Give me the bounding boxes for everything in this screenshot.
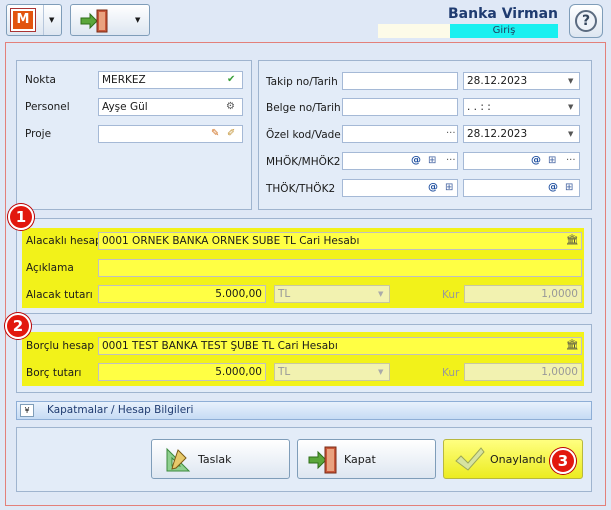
bank-icon[interactable]: 🏛 — [566, 235, 579, 247]
belge-date-input[interactable]: . . : : — [463, 98, 580, 116]
chevron-down-icon: ▼ — [135, 16, 141, 24]
alacak-kur-input[interactable]: 1,0000 — [464, 285, 582, 303]
belge-no-input[interactable] — [342, 98, 458, 116]
step-badge-1: 1 — [8, 204, 34, 230]
view-icon[interactable]: ⊞ — [548, 155, 556, 167]
mhok-label: MHÖK/MHÖK2 — [266, 156, 341, 168]
draft-ruler-icon — [166, 447, 191, 472]
chevron-down-icon: ▼ — [49, 16, 55, 24]
thok-input[interactable] — [342, 179, 458, 197]
expand-icon[interactable]: ¥ — [20, 404, 34, 417]
view-icon[interactable]: ⊞ — [445, 182, 453, 194]
at-icon[interactable]: @ — [548, 182, 558, 194]
aciklama-input[interactable] — [98, 259, 582, 277]
alacak-kur-label: Kur — [442, 289, 460, 301]
borc-tutar-input[interactable]: 5.000,00 — [98, 363, 266, 381]
belge-label: Belge no/Tarih — [266, 102, 341, 114]
app-logo-icon: M — [11, 9, 35, 31]
ozel-label: Özel kod/Vade — [266, 129, 341, 141]
alacak-hesap-input[interactable]: 0001 ORNEK BANKA ORNEK SUBE TL Cari Hesa… — [98, 232, 582, 250]
app-menu-button[interactable]: M ▼ — [6, 4, 62, 36]
at-icon[interactable]: @ — [428, 182, 438, 194]
takip-date-input[interactable]: 28.12.2023 — [463, 72, 580, 90]
exit-menu-button[interactable]: ▼ — [70, 4, 150, 36]
help-icon: ? — [575, 10, 597, 32]
kapatmalar-bar[interactable]: ¥ Kapatmalar / Hesap Bilgileri — [16, 401, 592, 420]
exit-door-icon — [308, 446, 337, 474]
chevron-down-icon: ▼ — [378, 290, 384, 298]
at-icon[interactable]: @ — [411, 155, 421, 167]
takip-no-input[interactable] — [342, 72, 458, 90]
chevron-down-icon[interactable]: ▼ — [568, 130, 573, 138]
taslak-button[interactable]: Taslak — [151, 439, 290, 479]
chevron-down-icon[interactable]: ▼ — [568, 77, 573, 85]
proje-label: Proje — [25, 128, 52, 140]
borc-kur-label: Kur — [442, 367, 460, 379]
taslak-label: Taslak — [198, 453, 232, 466]
check-icon — [455, 447, 485, 471]
kapat-button[interactable]: Kapat — [297, 439, 436, 479]
user-lookup-icon[interactable]: ⚙ — [226, 101, 235, 113]
at-icon[interactable]: @ — [531, 155, 541, 167]
step-badge-3: 3 — [550, 448, 576, 474]
borc-currency-select[interactable]: TL — [274, 363, 390, 381]
eraser-icon[interactable]: ✎ — [211, 128, 219, 140]
ellipsis-icon[interactable]: ··· — [446, 155, 456, 166]
step-badge-2: 2 — [5, 313, 31, 339]
alacak-tutar-input[interactable]: 5.000,00 — [98, 285, 266, 303]
alacak-currency-select[interactable]: TL — [274, 285, 390, 303]
help-button[interactable]: ? — [569, 4, 603, 38]
view-icon[interactable]: ⊞ — [428, 155, 436, 167]
kapat-label: Kapat — [344, 453, 376, 466]
personel-label: Personel — [25, 101, 70, 113]
nokta-label: Nokta — [25, 74, 56, 86]
vade-date-input[interactable]: 28.12.2023 — [463, 125, 580, 143]
ellipsis-icon[interactable]: ··· — [446, 128, 456, 139]
onay-label: Onaylandı — [490, 453, 546, 466]
ellipsis-icon[interactable]: ··· — [566, 155, 576, 166]
edit-icon[interactable]: ✐ — [227, 128, 235, 140]
alacak-tutar-label: Alacak tutarı — [26, 289, 93, 301]
page-title: Banka Virman — [447, 6, 558, 22]
mode-badge: Giriş — [450, 24, 558, 38]
aciklama-label: Açıklama — [26, 262, 74, 274]
check-icon[interactable]: ✔ — [227, 74, 235, 86]
bank-icon[interactable]: 🏛 — [566, 340, 579, 352]
chevron-down-icon[interactable]: ▼ — [568, 103, 573, 111]
view-icon[interactable]: ⊞ — [565, 182, 573, 194]
proje-input[interactable] — [98, 125, 243, 143]
kapatmalar-label: Kapatmalar / Hesap Bilgileri — [47, 404, 194, 416]
personel-input[interactable]: Ayşe Gül — [98, 98, 243, 116]
alacak-hesap-label: Alacaklı hesap — [26, 235, 102, 247]
chevron-down-icon: ▼ — [378, 368, 384, 376]
mhok-input[interactable] — [342, 152, 458, 170]
borc-hesap-input[interactable]: 0001 TEST BANKA TEST ŞUBE TL Cari Hesabı — [98, 337, 582, 355]
borc-tutar-label: Borç tutarı — [26, 367, 82, 379]
exit-door-icon — [80, 9, 108, 33]
thok-label: THÖK/THÖK2 — [266, 183, 336, 195]
nokta-input[interactable]: MERKEZ — [98, 71, 243, 89]
ozel-kod-input[interactable] — [342, 125, 458, 143]
thok2-input[interactable] — [463, 179, 580, 197]
title-underline — [378, 24, 450, 38]
takip-label: Takip no/Tarih — [266, 76, 338, 88]
mhok2-input[interactable] — [463, 152, 580, 170]
borc-kur-input[interactable]: 1,0000 — [464, 363, 582, 381]
borc-hesap-label: Borçlu hesap — [26, 340, 95, 352]
